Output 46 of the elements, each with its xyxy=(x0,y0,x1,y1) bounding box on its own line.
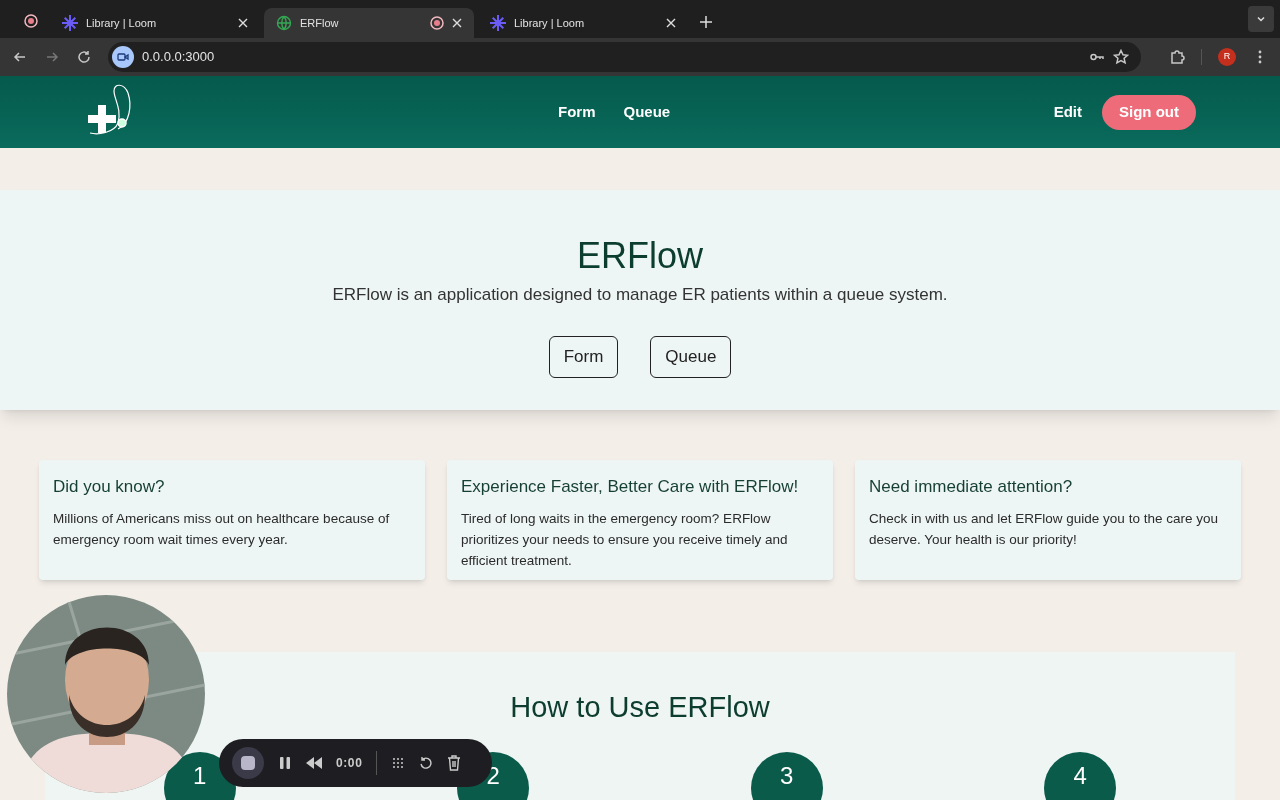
browser-tab[interactable]: ERFlow xyxy=(264,8,474,38)
card-text: Tired of long waits in the emergency room? ERFlow prioritizes your needs to ensure you receive timely and efficient treatment. xyxy=(461,509,789,570)
sunburst-icon xyxy=(490,15,506,31)
step-number: 4 xyxy=(1044,751,1117,800)
new-tab-icon[interactable] xyxy=(700,16,712,28)
card-text: Millions of Americans miss out on healthcare because of emergency room wait times every year. xyxy=(53,509,391,549)
star-icon[interactable] xyxy=(1113,49,1129,65)
globe-icon xyxy=(276,15,292,31)
recording-icon xyxy=(430,16,444,30)
card-title: Did you know? xyxy=(53,476,166,498)
close-icon[interactable] xyxy=(238,18,248,28)
close-icon[interactable] xyxy=(666,18,676,28)
address-bar[interactable]: 0.0.0.0:3000 xyxy=(108,42,1141,72)
dot-grid-icon[interactable] xyxy=(391,756,406,770)
section-title: How to Use ERFlow xyxy=(509,690,771,725)
card-title: Need immediate attention? xyxy=(869,476,1074,498)
hero-button[interactable]: Form xyxy=(548,335,619,378)
browser-tab[interactable]: Library | Loom xyxy=(50,8,260,38)
profile-avatar[interactable]: R xyxy=(1218,48,1236,66)
tab-title: Library | Loom xyxy=(514,15,586,31)
hero-subtitle: ERFlow is an application designed to manage ER patients within a queue system. xyxy=(332,284,948,306)
tab-title: ERFlow xyxy=(300,15,340,31)
rewind-icon[interactable] xyxy=(306,757,322,769)
extensions-icon[interactable] xyxy=(1169,49,1185,65)
nav-link[interactable]: Queue xyxy=(623,100,671,124)
hero-title: ERFlow xyxy=(577,234,703,278)
tab-title: Library | Loom xyxy=(86,15,158,31)
reload-icon[interactable] xyxy=(76,49,92,65)
recording-time: 0:00 xyxy=(336,755,363,772)
edit-link[interactable]: Edit xyxy=(1053,100,1082,124)
close-icon[interactable] xyxy=(452,18,462,28)
card-text: Check in with us and let ERFlow guide you to the care you deserve. Your health is our priority! xyxy=(869,509,1219,549)
trash-icon[interactable] xyxy=(447,755,462,771)
restart-icon[interactable] xyxy=(419,756,434,770)
stop-button[interactable] xyxy=(232,747,264,779)
pause-icon[interactable] xyxy=(278,756,292,770)
browser-tab[interactable]: Library | Loom xyxy=(478,8,688,38)
step-number: 3 xyxy=(750,751,823,800)
chevron-down-icon xyxy=(1256,14,1266,24)
nav-link[interactable]: Form xyxy=(558,100,596,124)
url-text: 0.0.0.0:3000 xyxy=(142,48,216,67)
card-title: Experience Faster, Better Care with ERFlow! xyxy=(461,476,800,498)
recording-icon xyxy=(24,14,38,28)
sunburst-icon xyxy=(62,15,78,31)
camera-icon[interactable] xyxy=(112,46,134,68)
hero-button[interactable]: Queue xyxy=(650,335,732,378)
